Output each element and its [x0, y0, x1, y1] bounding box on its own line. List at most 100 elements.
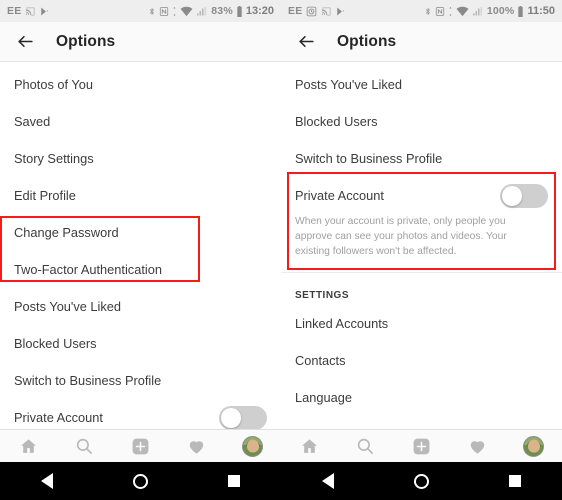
recents-square-icon	[509, 475, 522, 487]
android-navigation-bar	[0, 462, 562, 500]
list-item-label: Saved	[14, 114, 51, 129]
bluetooth-icon	[148, 6, 156, 17]
android-home-button[interactable]	[404, 469, 438, 493]
left-phone-screen: EE 83% 13:20 Options Photos of You Saved…	[0, 0, 281, 462]
vibrate-icon	[172, 6, 177, 17]
carrier-label: EE	[7, 5, 22, 17]
play-store-icon	[336, 6, 346, 17]
add-post-icon[interactable]	[404, 433, 438, 459]
list-item-label: Switch to Business Profile	[295, 151, 443, 166]
list-item-story-settings[interactable]: Story Settings	[0, 140, 281, 177]
list-item-label: Contacts	[295, 353, 346, 368]
search-icon[interactable]	[348, 433, 382, 459]
list-item-label: Photos of You	[14, 77, 93, 92]
dual-screenshot-container: EE 83% 13:20 Options Photos of You Saved…	[0, 0, 562, 462]
list-item-posts-youve-liked[interactable]: Posts You've Liked	[0, 288, 281, 325]
list-item-label: Language	[295, 390, 352, 405]
battery-icon	[517, 5, 524, 17]
back-triangle-icon	[321, 473, 334, 489]
page-title: Options	[56, 32, 116, 50]
avatar-face	[246, 439, 259, 453]
activity-heart-icon[interactable]	[461, 433, 495, 459]
home-icon[interactable]	[11, 433, 45, 459]
status-left-group: EE	[288, 5, 346, 17]
android-recents-button[interactable]	[498, 469, 532, 493]
list-item-two-factor-authentication[interactable]: Two-Factor Authentication	[0, 251, 281, 288]
back-arrow-icon[interactable]	[14, 31, 36, 53]
private-account-label: Private Account	[295, 188, 384, 203]
toggle-knob	[221, 407, 241, 428]
left-app-bar: Options	[0, 22, 281, 62]
left-bottom-tab-bar	[0, 429, 281, 462]
carrier-label: EE	[288, 5, 303, 17]
clock-time: 11:50	[527, 5, 555, 17]
private-account-row[interactable]: Private Account	[295, 177, 548, 214]
list-item-switch-to-business-profile[interactable]: Switch to Business Profile	[281, 140, 562, 177]
private-account-description: When your account is private, only peopl…	[295, 216, 507, 257]
list-item-contacts[interactable]: Contacts	[281, 342, 562, 379]
back-triangle-icon	[40, 473, 53, 489]
list-item-blocked-users[interactable]: Blocked Users	[0, 325, 281, 362]
list-item-label: Posts You've Liked	[295, 77, 403, 92]
status-right-group: 100% 11:50	[424, 5, 555, 17]
list-item-saved[interactable]: Saved	[0, 103, 281, 140]
activity-heart-icon[interactable]	[180, 433, 214, 459]
home-icon[interactable]	[292, 433, 326, 459]
android-home-button[interactable]	[123, 469, 157, 493]
list-item-switch-to-business-profile[interactable]: Switch to Business Profile	[0, 362, 281, 399]
cast-icon	[25, 6, 36, 17]
battery-percentage: 100%	[486, 5, 515, 17]
list-item-linked-accounts[interactable]: Linked Accounts	[281, 305, 562, 342]
profile-avatar[interactable]	[236, 433, 270, 459]
recents-square-icon	[228, 475, 241, 487]
avatar-face	[527, 439, 540, 453]
list-item-edit-profile[interactable]: Edit Profile	[0, 177, 281, 214]
list-item-label: Story Settings	[14, 151, 94, 166]
profile-avatar[interactable]	[517, 433, 551, 459]
avatar	[523, 435, 545, 457]
right-app-bar: Options	[281, 22, 562, 62]
right-options-list: Posts You've Liked Blocked Users Switch …	[281, 62, 562, 416]
wifi-icon	[180, 6, 193, 17]
private-account-toggle[interactable]	[219, 405, 267, 430]
avatar	[242, 435, 264, 457]
list-item-label: Linked Accounts	[295, 316, 389, 331]
list-item-change-password[interactable]: Change Password	[0, 214, 281, 251]
clock-time: 13:20	[245, 5, 274, 17]
wifi-icon	[456, 6, 469, 17]
bluetooth-icon	[424, 6, 432, 17]
private-account-section: Private Account When your account is pri…	[281, 177, 562, 268]
private-account-toggle[interactable]	[500, 183, 548, 208]
list-item-posts-youve-liked[interactable]: Posts You've Liked	[281, 66, 562, 103]
home-circle-icon	[413, 473, 429, 489]
list-item-language[interactable]: Language	[281, 379, 562, 416]
android-recents-button[interactable]	[217, 469, 251, 493]
back-arrow-icon[interactable]	[295, 31, 317, 53]
search-icon[interactable]	[67, 433, 101, 459]
status-right-group: 83% 13:20	[148, 5, 274, 17]
alarm-icon	[306, 6, 317, 17]
status-left-group: EE	[7, 5, 50, 17]
list-item-blocked-users[interactable]: Blocked Users	[281, 103, 562, 140]
list-item-label: Change Password	[14, 225, 119, 240]
list-item-label: Edit Profile	[14, 188, 76, 203]
nfc-icon	[435, 6, 445, 17]
android-back-button[interactable]	[311, 469, 345, 493]
list-item-label: Blocked Users	[14, 336, 97, 351]
settings-section-header: SETTINGS	[295, 290, 350, 301]
left-options-list: Photos of You Saved Story Settings Edit …	[0, 62, 281, 436]
right-phone-screen: EE 100% 11:50 Options Posts You've Liked…	[281, 0, 562, 462]
left-status-bar: EE 83% 13:20	[0, 0, 281, 22]
battery-percentage: 83%	[211, 5, 233, 17]
list-item-label: Blocked Users	[295, 114, 378, 129]
list-item-label: Posts You've Liked	[14, 299, 122, 314]
signal-icon	[472, 6, 484, 17]
add-post-icon[interactable]	[123, 433, 157, 459]
nfc-icon	[159, 6, 169, 17]
battery-icon	[236, 5, 243, 17]
right-bottom-tab-bar	[281, 429, 562, 462]
android-back-button[interactable]	[30, 469, 64, 493]
list-item-label: Switch to Business Profile	[14, 373, 162, 388]
page-title: Options	[337, 32, 397, 50]
list-item-photos-of-you[interactable]: Photos of You	[0, 66, 281, 103]
